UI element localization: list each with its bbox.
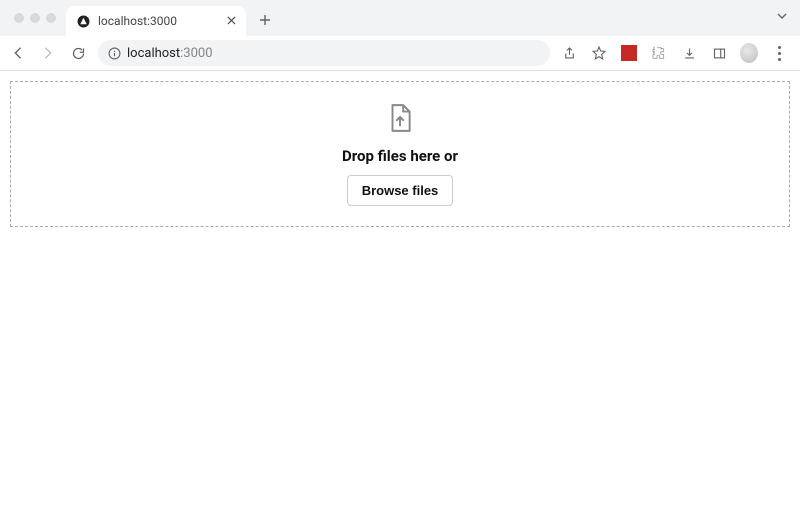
menu-icon[interactable]	[770, 44, 788, 62]
tab-active[interactable]: localhost:3000	[66, 6, 246, 36]
site-info-icon[interactable]	[108, 47, 121, 60]
browse-files-button[interactable]: Browse files	[347, 175, 454, 206]
address-text: localhost:3000	[127, 46, 213, 61]
favicon-icon	[76, 14, 90, 28]
address-port: :3000	[180, 46, 212, 61]
back-button[interactable]	[8, 43, 28, 63]
avatar[interactable]	[740, 44, 758, 62]
dropzone-label: Drop files here or	[342, 147, 458, 165]
file-upload-icon	[387, 103, 413, 137]
chevron-down-icon[interactable]	[776, 10, 788, 26]
address-host: localhost	[127, 46, 180, 61]
browser-chrome: localhost:3000 localhost:3000	[0, 0, 800, 71]
maximize-window-icon[interactable]	[46, 13, 56, 23]
extensions-puzzle-icon[interactable]	[650, 44, 668, 62]
download-icon[interactable]	[680, 44, 698, 62]
panel-icon[interactable]	[710, 44, 728, 62]
address-bar[interactable]: localhost:3000	[98, 40, 550, 66]
close-window-icon[interactable]	[14, 13, 24, 23]
window-controls	[8, 13, 66, 23]
reload-button[interactable]	[68, 43, 88, 63]
dropzone[interactable]: Drop files here or Browse files	[10, 81, 790, 227]
forward-button[interactable]	[38, 43, 58, 63]
star-icon[interactable]	[590, 44, 608, 62]
share-icon[interactable]	[560, 44, 578, 62]
tab-strip: localhost:3000	[0, 0, 800, 36]
toolbar-right	[560, 44, 792, 62]
toolbar: localhost:3000	[0, 36, 800, 70]
close-tab-icon[interactable]	[227, 14, 236, 28]
page-content: Drop files here or Browse files	[0, 71, 800, 237]
extension-icon[interactable]	[620, 44, 638, 62]
minimize-window-icon[interactable]	[30, 13, 40, 23]
new-tab-button[interactable]	[252, 7, 278, 33]
tab-title: localhost:3000	[98, 14, 219, 28]
